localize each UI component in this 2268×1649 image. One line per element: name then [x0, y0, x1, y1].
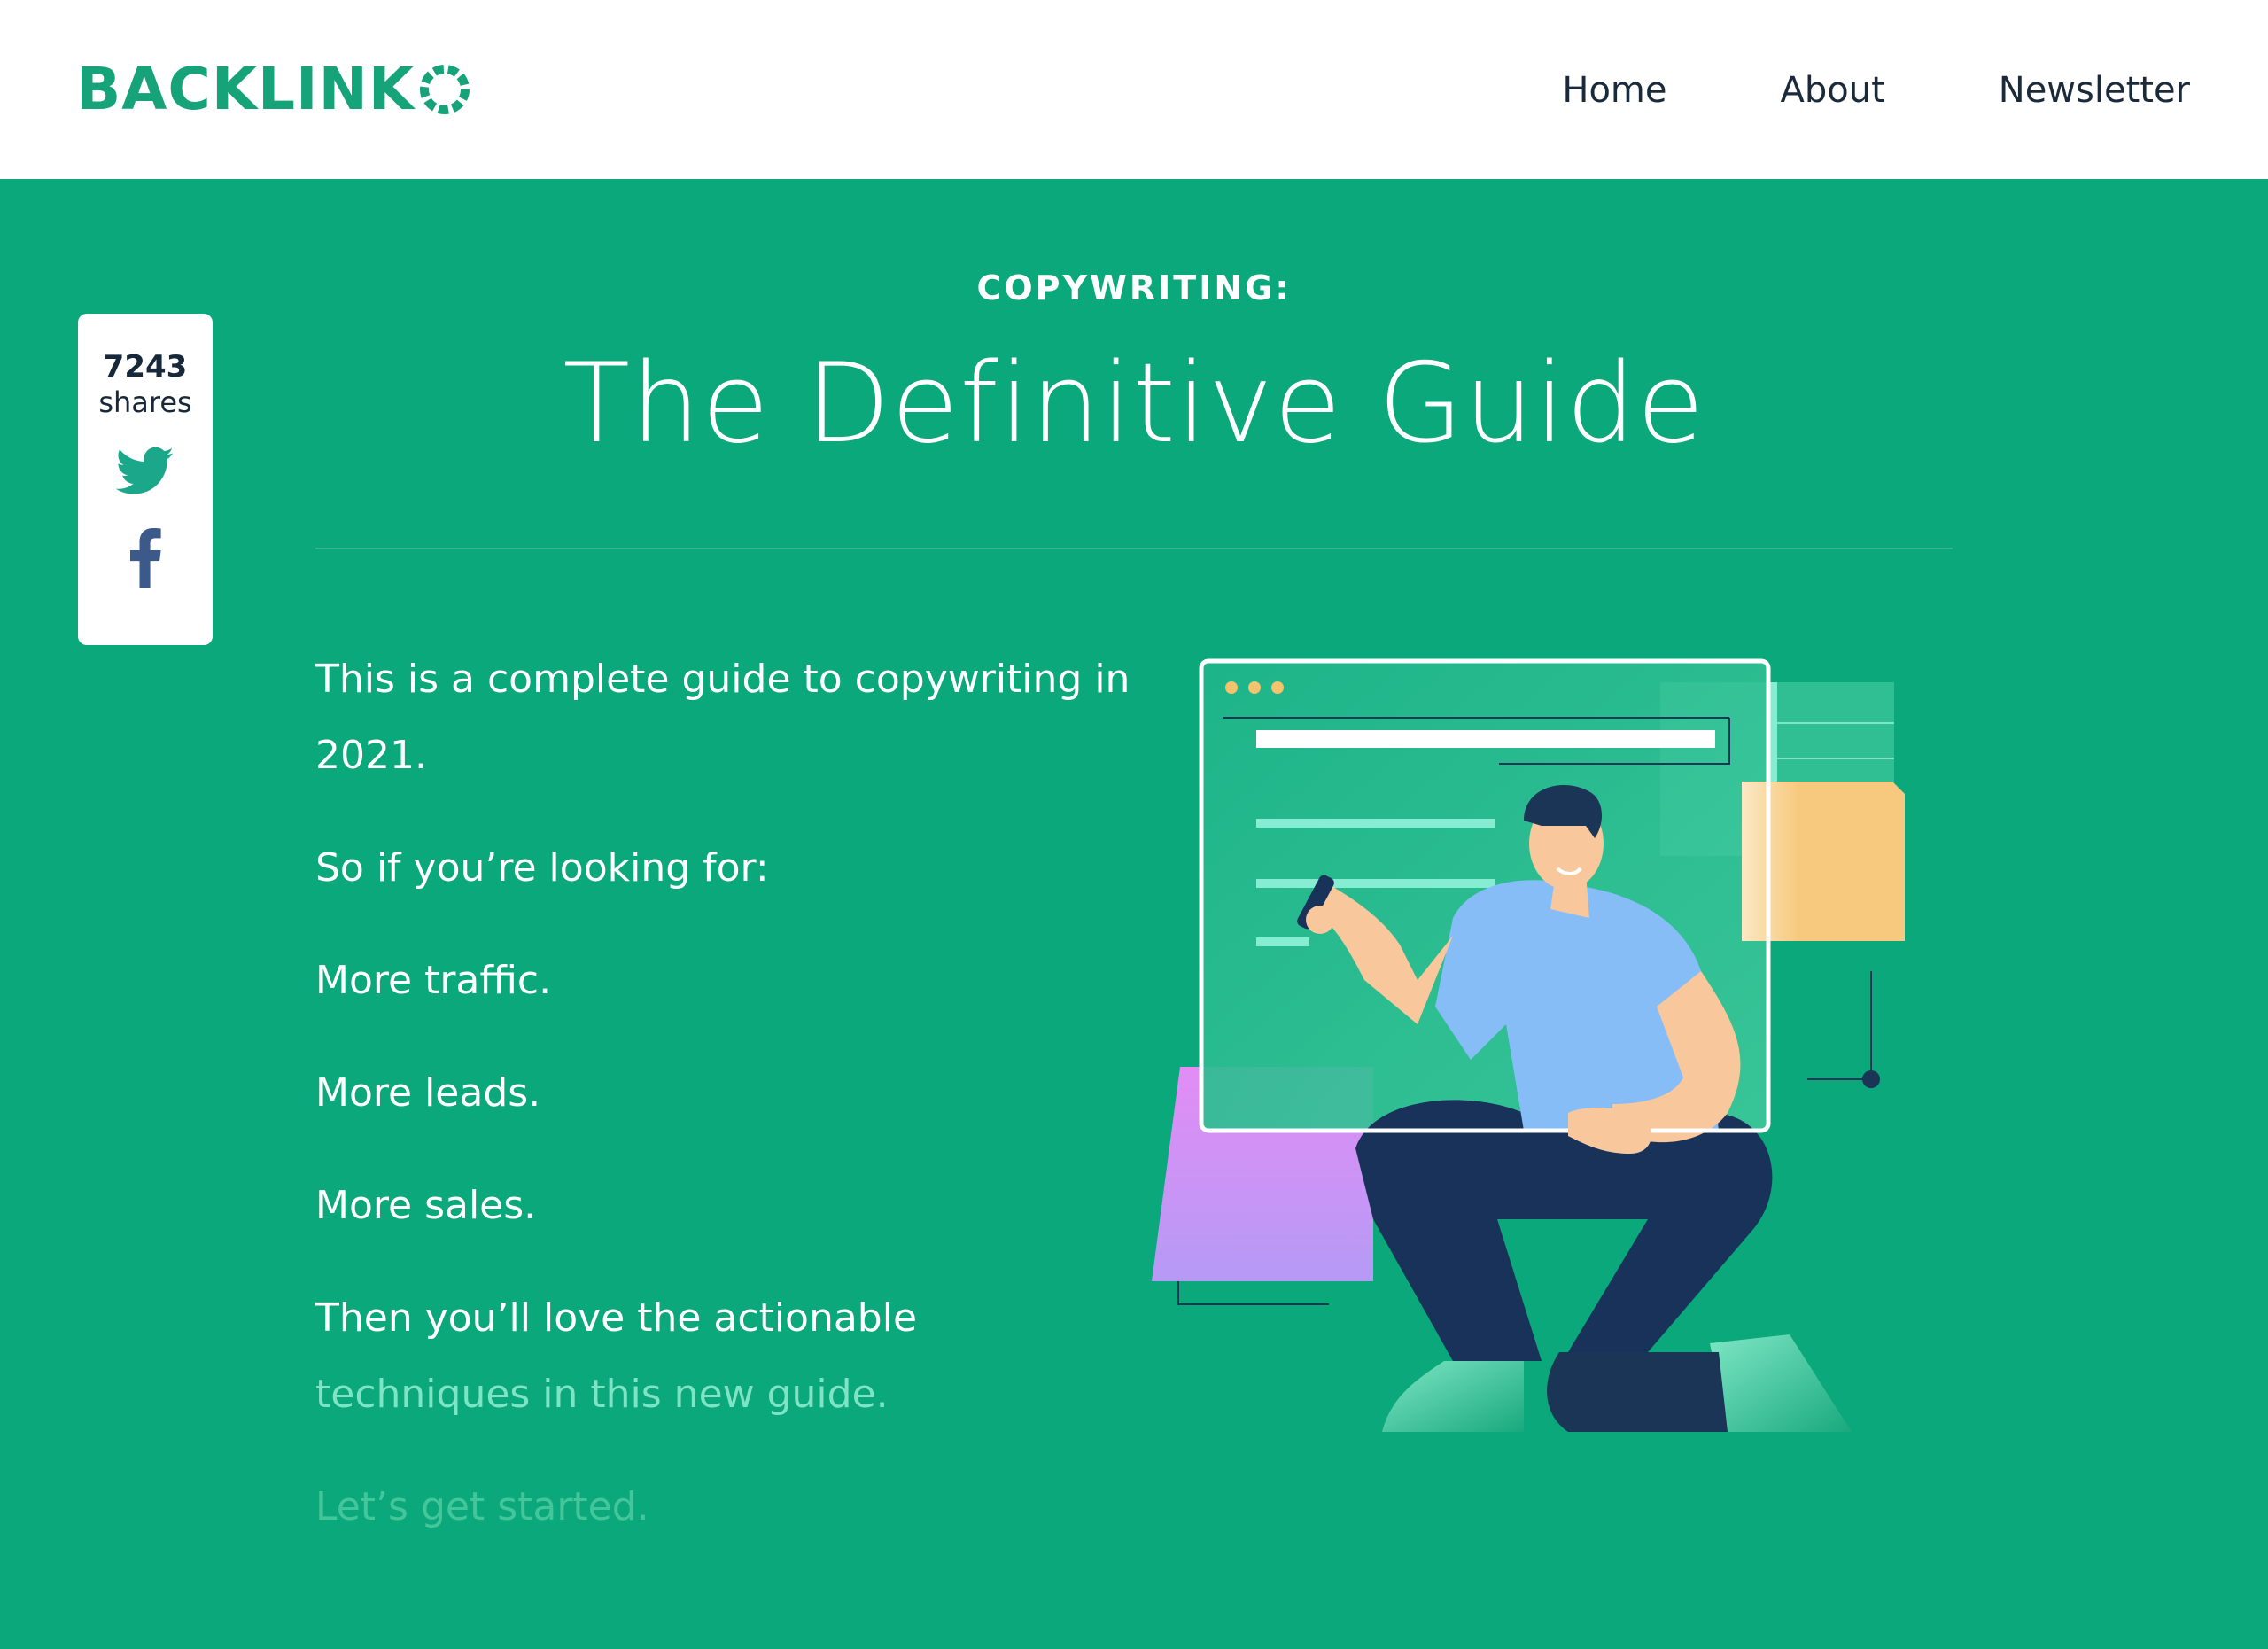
nav-about[interactable]: About [1781, 62, 1885, 119]
title-divider [315, 548, 1953, 549]
site-header: BACKLINK Home About Newsletter [0, 0, 2268, 179]
nav-home[interactable]: Home [1562, 62, 1666, 119]
intro-paragraph: More leads. [315, 1070, 541, 1116]
main-nav: Home About Newsletter [1449, 62, 2190, 119]
intro-closing-line-1: Then you’ll love the actionable [315, 1295, 918, 1341]
left-shoe [1382, 1361, 1524, 1432]
intro-paragraph: So if you’re looking for: [315, 845, 769, 891]
post-category: COPYWRITING: [976, 268, 1292, 307]
intro-paragraph: This is a complete guide to copywriting … [315, 657, 1130, 778]
intro-closing: Then you’ll love the actionable techniqu… [315, 1280, 1130, 1433]
intro-last-line: Let’s get started. [315, 1484, 649, 1529]
person-legs [1355, 1100, 1773, 1361]
intro-paragraph: More sales. [315, 1183, 537, 1228]
backlinko-logo[interactable]: BACKLINK [76, 57, 471, 122]
intro-text: This is a complete guide to copywriting … [315, 642, 1130, 1582]
intro-closing-line-2: techniques in this new guide. [315, 1372, 889, 1417]
logo-text: BACKLINK [76, 55, 415, 123]
right-shoe [1710, 1334, 1852, 1432]
facebook-icon[interactable] [128, 528, 163, 588]
right-knee [1547, 1352, 1728, 1432]
logo-ring-icon [419, 65, 470, 114]
nav-newsletter[interactable]: Newsletter [1999, 62, 2190, 119]
intro-paragraph: More traffic. [315, 958, 552, 1003]
page-title: The Definitive Guide [563, 340, 1705, 468]
hero-illustration [1152, 658, 1905, 1432]
